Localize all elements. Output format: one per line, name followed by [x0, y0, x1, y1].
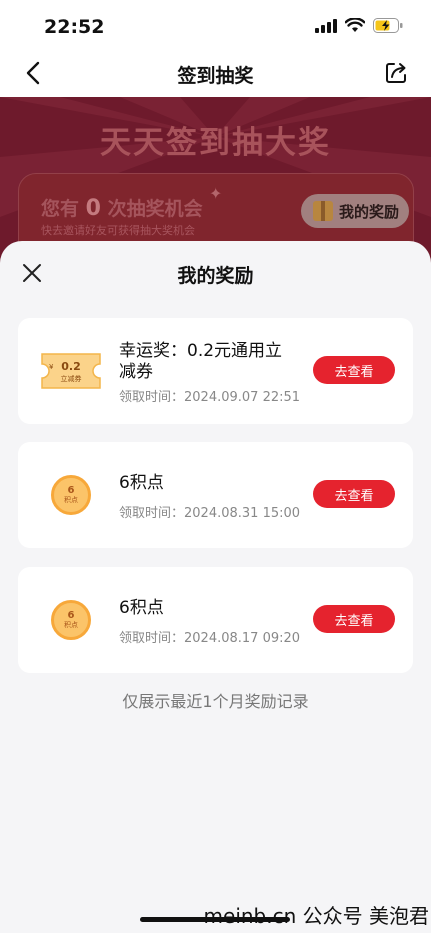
- battery-charging-icon: [373, 18, 403, 33]
- coin-icon: 6 积点: [51, 600, 91, 640]
- coupon-icon: 0.2 ¥ 立减券: [41, 353, 101, 389]
- status-bar: 22:52: [0, 0, 431, 50]
- my-rewards-sheet: 我的奖励 0.2 ¥ 立减券 幸运奖：0.2元通用立减券 领取时间：2024.0…: [0, 241, 431, 933]
- coin-label: 积点: [64, 620, 78, 629]
- coin-label: 积点: [64, 495, 78, 504]
- chance-suffix: 次抽奖机会: [107, 198, 203, 220]
- share-icon[interactable]: [383, 60, 409, 86]
- my-reward-label: 我的奖励: [338, 202, 399, 221]
- reward-name: 6积点: [119, 598, 164, 618]
- reward-item: 6 积点 6积点 领取时间：2024.08.17 09:20 去查看: [18, 567, 413, 673]
- coupon-value: 0.2: [61, 360, 81, 373]
- coin-value: 6: [67, 609, 75, 621]
- reward-time: 领取时间：2024.09.07 22:51: [119, 390, 301, 405]
- banner-title: 天天签到抽大奖: [100, 125, 331, 161]
- chance-count: 0: [85, 196, 101, 221]
- coupon-label: 立减券: [61, 374, 82, 383]
- view-reward-button[interactable]: 去查看: [313, 480, 395, 508]
- wifi-icon: [345, 18, 365, 32]
- reward-time: 领取时间：2024.08.17 09:20: [119, 631, 301, 646]
- sheet-title: 我的奖励: [177, 265, 254, 287]
- page-title: 签到抽奖: [177, 65, 254, 87]
- coin-icon: 6 积点: [51, 475, 91, 515]
- cellular-signal-icon: [315, 18, 337, 33]
- home-indicator[interactable]: [140, 917, 290, 922]
- reward-name: 幸运奖：0.2元通用立减券: [119, 341, 283, 382]
- coin-value: 6: [67, 484, 75, 496]
- reward-time: 领取时间：2024.08.31 15:00: [119, 506, 301, 521]
- chance-subtext: 快去邀请好友可获得抽大奖机会: [41, 224, 195, 237]
- chance-prefix: 您有: [41, 198, 80, 220]
- reward-name: 6积点: [119, 473, 164, 493]
- gift-icon: [312, 201, 333, 221]
- reward-item: 6 积点 6积点 领取时间：2024.08.31 15:00 去查看: [18, 442, 413, 548]
- status-time: 22:52: [44, 16, 105, 38]
- status-icons: [315, 18, 403, 33]
- sparkle-icon: ✦: [209, 184, 223, 203]
- reward-item: 0.2 ¥ 立减券 幸运奖：0.2元通用立减券 领取时间：2024.09.07 …: [18, 318, 413, 424]
- chance-text: 您有 0 次抽奖机会: [41, 194, 203, 221]
- footer-note: 仅展示最近1个月奖励记录: [122, 692, 309, 711]
- my-reward-button[interactable]: 我的奖励: [300, 194, 409, 228]
- watermark-text: meinb.cn 公众号 美泡君: [203, 904, 429, 928]
- view-reward-button[interactable]: 去查看: [313, 605, 395, 633]
- svg-text:¥: ¥: [49, 363, 54, 371]
- view-reward-button[interactable]: 去查看: [313, 356, 395, 384]
- nav-bar: 签到抽奖: [0, 50, 431, 97]
